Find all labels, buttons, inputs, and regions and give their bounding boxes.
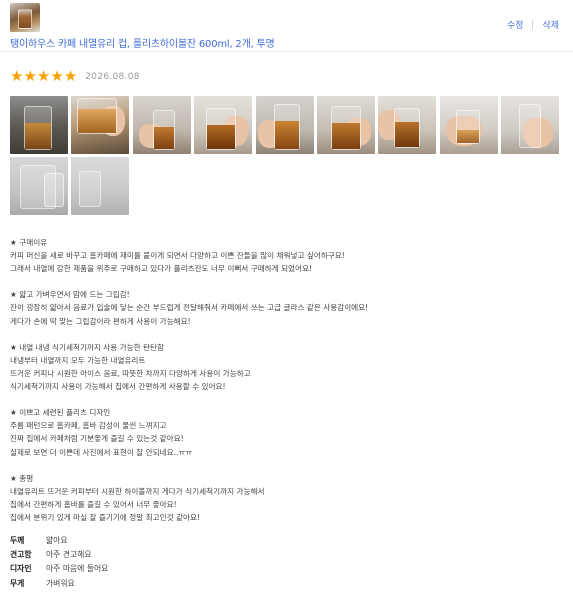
glass-cup-image bbox=[519, 104, 542, 148]
attribute-row: 무게 가벼워요 bbox=[10, 577, 108, 591]
review-photo[interactable] bbox=[194, 96, 253, 154]
review-photo[interactable] bbox=[378, 96, 437, 154]
attribute-key: 두께 bbox=[10, 536, 25, 545]
review-photo[interactable] bbox=[132, 96, 191, 154]
review-photo[interactable] bbox=[71, 157, 130, 215]
review-photo[interactable] bbox=[10, 157, 68, 215]
review-text-line: 커피 머신을 새로 바꾸고 홈카페에 재미를 붙이게 되면서 다양하고 이쁜 잔… bbox=[10, 251, 345, 261]
glass-cup-image bbox=[79, 171, 102, 207]
review-section-heading: ★ 총평 bbox=[10, 473, 34, 483]
review-photo[interactable] bbox=[71, 96, 130, 154]
review-text-line: 실제로 보면 더 이쁜데 사진에서 표현이 잘 안되네요..ㅠㅠ bbox=[10, 447, 193, 457]
review-text-line: 잔이 굉장히 얇아서 음료가 입술에 닿는 순간 부드럽게 전달해줘서 카페에서… bbox=[10, 303, 369, 313]
attribute-key: 견고함 bbox=[10, 550, 32, 560]
review-text-line: 내냉부터 내열까지 모두 가능한 내열유리트 bbox=[10, 355, 146, 365]
edit-button[interactable]: 수정 bbox=[507, 18, 524, 31]
review-attributes: 두께 얇아요견고함 아주 견고해요디자인 아주 마음에 들어요무게 가벼워요 bbox=[10, 534, 108, 591]
glass-cup-image bbox=[152, 110, 175, 150]
review-body: ★ 구매이유커피 머신을 새로 바꾸고 홈카페에 재미를 붙이게 되면서 다양하… bbox=[10, 236, 565, 537]
review-text-line: 그래서 내열에 강한 제품을 위주로 구매하고 있다가 플리츠잔도 너무 이뻐서… bbox=[10, 264, 313, 274]
review-section-heading: ★ 얇고 가벼우면서 맘에 드는 그립감! bbox=[10, 290, 130, 300]
review-section-heading: ★ 내열 내냉 식기세척기까지 사용 가능한 탄탄함 bbox=[10, 342, 165, 352]
glass-cup-image bbox=[206, 108, 237, 150]
glass-cup-image bbox=[273, 104, 300, 150]
review-paragraph: ★ 얇고 가벼우면서 맘에 드는 그립감! 잔이 굉장히 얇아서 음료가 입술에 … bbox=[10, 288, 565, 327]
review-date: 2026.08.08 bbox=[85, 71, 140, 82]
rating-row: ★ ★ ★ ★ ★ 2026.08.08 bbox=[10, 69, 140, 84]
attribute-value: 가벼워요 bbox=[46, 578, 75, 588]
attribute-row: 두께 얇아요 bbox=[10, 534, 108, 548]
review-actions: 수정 삭제 bbox=[507, 18, 559, 31]
review-text-line: 식기세척기까지 사용이 가능해서 집에서 간편하게 사용할 수 있어요! bbox=[10, 382, 226, 392]
review-photo[interactable] bbox=[10, 96, 68, 154]
attribute-value: 얇아요 bbox=[46, 536, 68, 545]
star-rating: ★ ★ ★ ★ ★ bbox=[10, 69, 77, 84]
review-paragraph: ★ 내열 내냉 식기세척기까지 사용 가능한 탄탄함내냉부터 내열까지 모두 가… bbox=[10, 341, 565, 393]
star-icon: ★ bbox=[23, 67, 37, 85]
star-icon: ★ bbox=[63, 67, 78, 85]
review-paragraph: ★ 총평내열유리트 뜨거운 커피부터 시원한 하이볼까지 게다가 식기세척기까지… bbox=[10, 472, 565, 524]
glass-cup-image bbox=[331, 106, 361, 150]
attribute-row: 견고함 아주 견고해요 bbox=[10, 548, 108, 562]
star-icon: ★ bbox=[36, 67, 51, 85]
review-text-line: 진짜 집에서 카페처럼 기분좋게 즐길 수 있는것 같아요! bbox=[10, 434, 184, 444]
attribute-key: 디자인 bbox=[10, 564, 32, 574]
review-photo[interactable] bbox=[501, 96, 560, 154]
star-icon: ★ bbox=[10, 67, 24, 85]
star-icon: ★ bbox=[50, 67, 64, 85]
action-divider bbox=[532, 20, 534, 29]
review-section-heading: ★ 구매이유 bbox=[10, 238, 48, 247]
attribute-key: 무게 bbox=[10, 578, 25, 588]
attribute-value: 아주 견고해요 bbox=[46, 550, 92, 560]
review-text-line: 게다가 손에 딱 맞는 그립감이라 편하게 사용이 가능해요! bbox=[10, 316, 191, 326]
product-thumbnail[interactable] bbox=[10, 3, 40, 32]
review-text-line: 뜨거운 커피나 시원한 아이스 음료, 따뜻한 차까지 다양하게 사용이 가능하… bbox=[10, 368, 251, 378]
review-photo[interactable] bbox=[255, 96, 314, 154]
glass-cup-image bbox=[77, 98, 118, 134]
glass-cup-image bbox=[20, 165, 56, 209]
delete-button[interactable]: 삭제 bbox=[542, 18, 559, 31]
review-paragraph: ★ 구매이유커피 머신을 새로 바꾸고 홈카페에 재미를 붙이게 되면서 다양하… bbox=[10, 236, 565, 275]
glass-cup-image bbox=[24, 106, 52, 150]
review-photo[interactable] bbox=[439, 96, 498, 154]
product-title-link[interactable]: 탱이하우스 카페 내열유리 컵, 플리츠하이볼잔 600ml, 2개, 투명 bbox=[10, 35, 275, 50]
review-text-line: 주름 패턴으로 홈카페, 홈바 감성이 물씬 느껴지고 bbox=[10, 421, 167, 431]
review-photo[interactable] bbox=[317, 96, 375, 154]
review-header: 탱이하우스 카페 내열유리 컵, 플리츠하이볼잔 600ml, 2개, 투명 수… bbox=[0, 0, 573, 52]
glass-cup-image bbox=[18, 9, 32, 29]
review-text-line: 집에서 간편하게 홈바를 즐길 수 있어서 너무 좋아요! bbox=[10, 499, 177, 509]
attribute-row: 디자인 아주 마음에 들어요 bbox=[10, 562, 108, 576]
review-section-heading: ★ 이쁘고 세련된 플리츠 디자인 bbox=[10, 408, 111, 418]
review-paragraph: ★ 이쁘고 세련된 플리츠 디자인주름 패턴으로 홈카페, 홈바 감성이 물씬 … bbox=[10, 406, 565, 458]
glass-cup-image bbox=[455, 110, 480, 144]
review-text-line: 집에서 분위기 있게 마실 잘 즐기기에 정말 최고인것 같아요! bbox=[10, 512, 201, 522]
attribute-value: 아주 마음에 들어요 bbox=[46, 564, 109, 574]
review-text-line: 내열유리트 뜨거운 커피부터 시원한 하이볼까지 게다가 식기세척기까지 가능해… bbox=[10, 486, 265, 496]
glass-cup-image bbox=[394, 108, 421, 148]
